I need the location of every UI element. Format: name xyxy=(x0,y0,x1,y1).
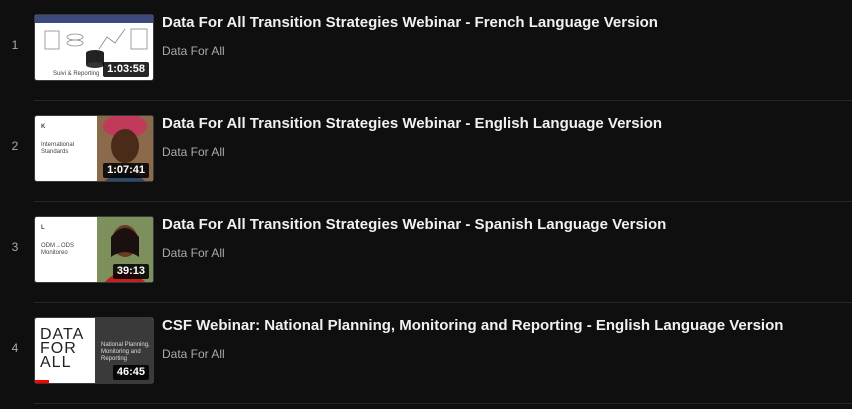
item-index: 1 xyxy=(11,38,19,52)
video-title[interactable]: CSF Webinar: National Planning, Monitori… xyxy=(162,317,842,335)
thumbnail-caption: Suivi & Reporting xyxy=(53,71,100,77)
playlist-item[interactable]: 3 L ODM→ODS Monitoreo 39:13 Data For All… xyxy=(0,202,852,303)
video-title[interactable]: Data For All Transition Strategies Webin… xyxy=(162,115,842,133)
playlist: 1 Suivi & Reporting 1:03:58 Data For All… xyxy=(0,0,852,409)
playlist-item[interactable]: 4 DATA FOR ALL National Planning, Monito… xyxy=(0,303,852,404)
playlist-item[interactable]: 1 Suivi & Reporting 1:03:58 Data For All… xyxy=(0,0,852,101)
video-thumbnail[interactable]: DATA FOR ALL National Planning, Monitori… xyxy=(34,317,154,384)
thumbnail-letter: L xyxy=(41,225,45,231)
duration-badge: 1:07:41 xyxy=(103,163,149,178)
video-thumbnail[interactable]: Suivi & Reporting 1:03:58 xyxy=(34,14,154,81)
duration-badge: 46:45 xyxy=(112,365,149,380)
video-title[interactable]: Data For All Transition Strategies Webin… xyxy=(162,14,842,32)
divider xyxy=(34,403,852,404)
thumbnail-caption: ODM→ODS Monitoreo xyxy=(41,243,74,256)
item-index: 3 xyxy=(11,240,19,254)
video-thumbnail[interactable]: K International Standards 1:07:41 xyxy=(34,115,154,182)
channel-name[interactable]: Data For All xyxy=(162,145,225,159)
watch-progress-bar xyxy=(35,380,49,383)
channel-name[interactable]: Data For All xyxy=(162,347,225,361)
item-index: 4 xyxy=(11,341,19,355)
duration-badge: 1:03:58 xyxy=(103,62,149,77)
channel-name[interactable]: Data For All xyxy=(162,44,225,58)
thumbnail-letter: K xyxy=(41,124,46,130)
video-thumbnail[interactable]: L ODM→ODS Monitoreo 39:13 xyxy=(34,216,154,283)
item-index: 2 xyxy=(11,139,19,153)
playlist-item[interactable]: 2 K International Standards 1:07:41 Data… xyxy=(0,101,852,202)
channel-name[interactable]: Data For All xyxy=(162,246,225,260)
video-title[interactable]: Data For All Transition Strategies Webin… xyxy=(162,216,842,234)
thumbnail-logo: DATA FOR ALL xyxy=(40,326,84,371)
thumbnail-caption: National Planning, Monitoring and Report… xyxy=(101,342,150,362)
thumbnail-caption: International Standards xyxy=(41,142,75,155)
duration-badge: 39:13 xyxy=(112,264,149,279)
